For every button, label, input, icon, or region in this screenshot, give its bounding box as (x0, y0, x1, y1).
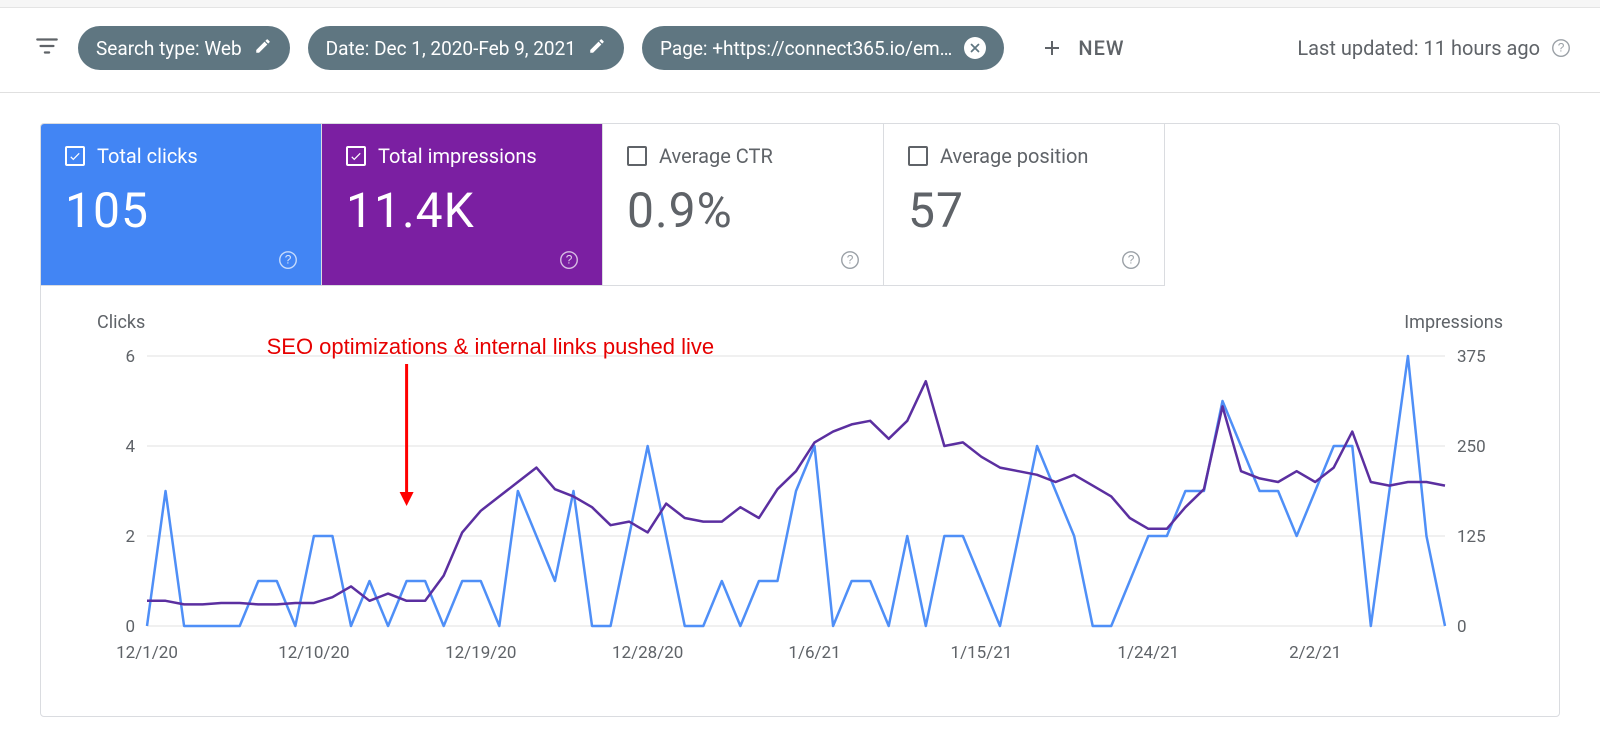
checkbox-unchecked-icon (627, 146, 647, 166)
metric-label: Total impressions (378, 144, 537, 168)
svg-text:?: ? (566, 253, 573, 267)
chip-page[interactable]: Page: +https://connect365.io/em… (642, 26, 1004, 70)
checkbox-checked-icon (65, 146, 85, 166)
chip-search-type[interactable]: Search type: Web (78, 26, 290, 70)
performance-chart: 0 2 4 6 0 125 250 375 12/1/20 12/10/20 12/19/20 12/… (97, 316, 1505, 676)
svg-text:1/6/21: 1/6/21 (788, 643, 840, 663)
svg-text:250: 250 (1457, 437, 1486, 457)
metric-value: 57 (908, 182, 1140, 239)
metric-total-clicks[interactable]: Total clicks 105 ? (41, 124, 322, 286)
metric-label: Average position (940, 144, 1088, 168)
svg-text:4: 4 (125, 437, 135, 457)
svg-text:0: 0 (1457, 617, 1467, 637)
filter-bar: Search type: Web Date: Dec 1, 2020-Feb 9… (0, 8, 1600, 93)
help-icon[interactable]: ? (839, 249, 861, 271)
chip-date[interactable]: Date: Dec 1, 2020-Feb 9, 2021 (308, 26, 624, 70)
checkbox-checked-icon (346, 146, 366, 166)
edit-icon[interactable] (588, 37, 606, 60)
last-updated-text: Last updated: 11 hours ago (1297, 36, 1540, 60)
metric-value: 0.9% (627, 182, 859, 239)
chip-label: Search type: Web (96, 37, 242, 60)
help-icon[interactable]: ? (558, 249, 580, 271)
plus-icon (1040, 36, 1064, 60)
svg-text:2: 2 (125, 527, 135, 547)
svg-text:?: ? (285, 253, 292, 267)
edit-icon[interactable] (254, 37, 272, 60)
right-axis-title: Impressions (1404, 312, 1503, 333)
new-filter-button[interactable]: NEW (1040, 36, 1124, 60)
metric-total-impressions[interactable]: Total impressions 11.4K ? (322, 124, 603, 286)
svg-text:0: 0 (125, 617, 135, 637)
svg-text:6: 6 (125, 347, 135, 367)
performance-card: Total clicks 105 ? Total impressions 11.… (40, 123, 1560, 717)
metric-value: 11.4K (346, 182, 578, 239)
filter-icon[interactable] (34, 33, 60, 63)
svg-text:?: ? (1128, 253, 1135, 267)
metric-average-ctr[interactable]: Average CTR 0.9% ? (603, 124, 884, 286)
help-icon[interactable]: ? (1120, 249, 1142, 271)
new-label: NEW (1078, 36, 1124, 60)
help-icon[interactable]: ? (1550, 37, 1572, 59)
left-axis-title: Clicks (97, 312, 145, 333)
metric-value: 105 (65, 182, 297, 239)
svg-text:1/15/21: 1/15/21 (951, 643, 1013, 663)
svg-text:125: 125 (1457, 527, 1486, 547)
last-updated: Last updated: 11 hours ago ? (1297, 36, 1572, 60)
svg-text:2/2/21: 2/2/21 (1289, 643, 1341, 663)
metric-average-position[interactable]: Average position 57 ? (884, 124, 1165, 286)
metric-row: Total clicks 105 ? Total impressions 11.… (41, 124, 1559, 286)
annotation-text: SEO optimizations & internal links pushe… (267, 334, 715, 359)
svg-text:?: ? (1558, 41, 1565, 55)
svg-text:12/19/20: 12/19/20 (445, 643, 516, 663)
svg-text:1/24/21: 1/24/21 (1117, 643, 1179, 663)
svg-text:?: ? (847, 253, 854, 267)
svg-text:12/1/20: 12/1/20 (116, 643, 178, 663)
svg-text:12/10/20: 12/10/20 (278, 643, 349, 663)
metric-label: Total clicks (97, 144, 198, 168)
metric-label: Average CTR (659, 144, 773, 168)
chip-label: Page: +https://connect365.io/em… (660, 37, 952, 60)
close-icon[interactable] (964, 37, 986, 59)
chip-label: Date: Dec 1, 2020-Feb 9, 2021 (326, 37, 576, 60)
svg-text:12/28/20: 12/28/20 (612, 643, 683, 663)
svg-text:375: 375 (1457, 347, 1486, 367)
checkbox-unchecked-icon (908, 146, 928, 166)
help-icon[interactable]: ? (277, 249, 299, 271)
